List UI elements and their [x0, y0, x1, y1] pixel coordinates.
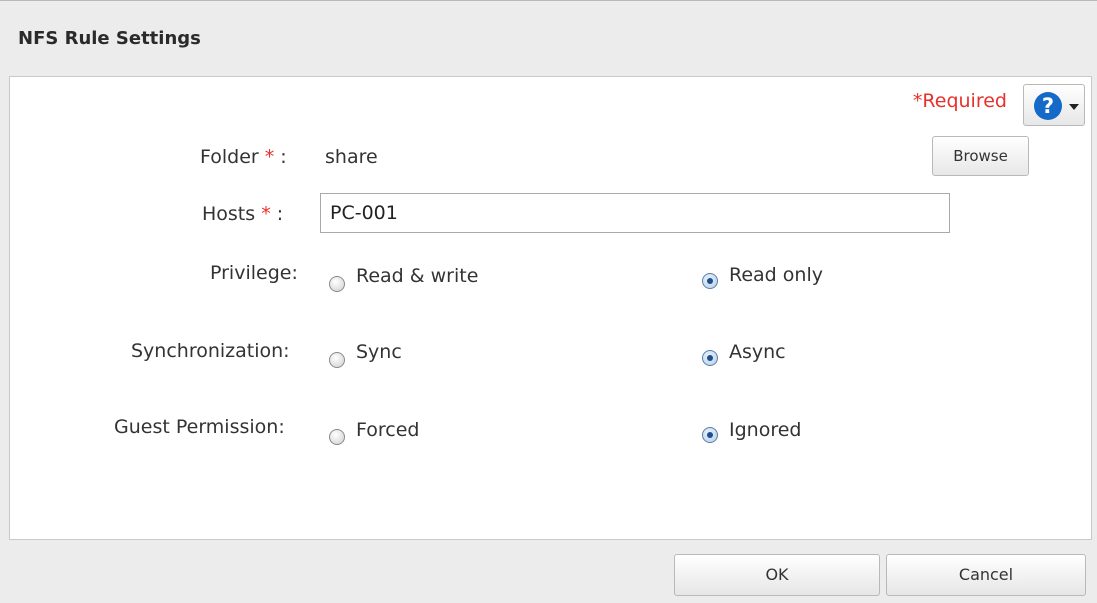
help-icon: ? [1034, 92, 1062, 120]
folder-value: share [325, 146, 378, 168]
dialog-title: NFS Rule Settings [18, 28, 201, 49]
help-dropdown-button[interactable]: ? [1023, 84, 1085, 126]
required-star: * [264, 146, 275, 168]
privilege-read-write-radio[interactable] [329, 276, 345, 292]
required-note: *Required [912, 90, 1007, 112]
privilege-label: Privilege: [210, 262, 298, 284]
privilege-read-only-label[interactable]: Read only [729, 264, 823, 286]
browse-button[interactable]: Browse [932, 136, 1029, 176]
folder-label: Folder * : [200, 146, 287, 168]
sync-radio[interactable] [329, 352, 345, 368]
guest-forced-radio[interactable] [329, 429, 345, 445]
guest-ignored-label[interactable]: Ignored [729, 419, 801, 441]
hosts-input[interactable]: PC-001 [320, 193, 950, 233]
guest-ignored-radio[interactable] [702, 427, 718, 443]
hosts-label: Hosts * : [202, 203, 284, 225]
dialog-content: *Required ? Folder * : share Browse Host… [9, 76, 1092, 540]
async-label[interactable]: Async [729, 341, 786, 363]
guest-permission-label: Guest Permission: [114, 416, 285, 438]
ok-button[interactable]: OK [674, 554, 880, 596]
cancel-button[interactable]: Cancel [886, 554, 1086, 596]
nfs-rule-settings-dialog: NFS Rule Settings *Required ? Folder * :… [0, 0, 1097, 603]
chevron-down-icon [1069, 104, 1079, 110]
sync-label[interactable]: Sync [356, 341, 402, 363]
required-star: * [261, 203, 271, 225]
privilege-read-only-radio[interactable] [702, 273, 718, 289]
async-radio[interactable] [702, 350, 718, 366]
synchronization-label: Synchronization: [131, 340, 290, 362]
privilege-read-write-label[interactable]: Read & write [356, 265, 478, 287]
dialog-title-bar: NFS Rule Settings [0, 1, 1097, 76]
guest-forced-label[interactable]: Forced [356, 419, 419, 441]
